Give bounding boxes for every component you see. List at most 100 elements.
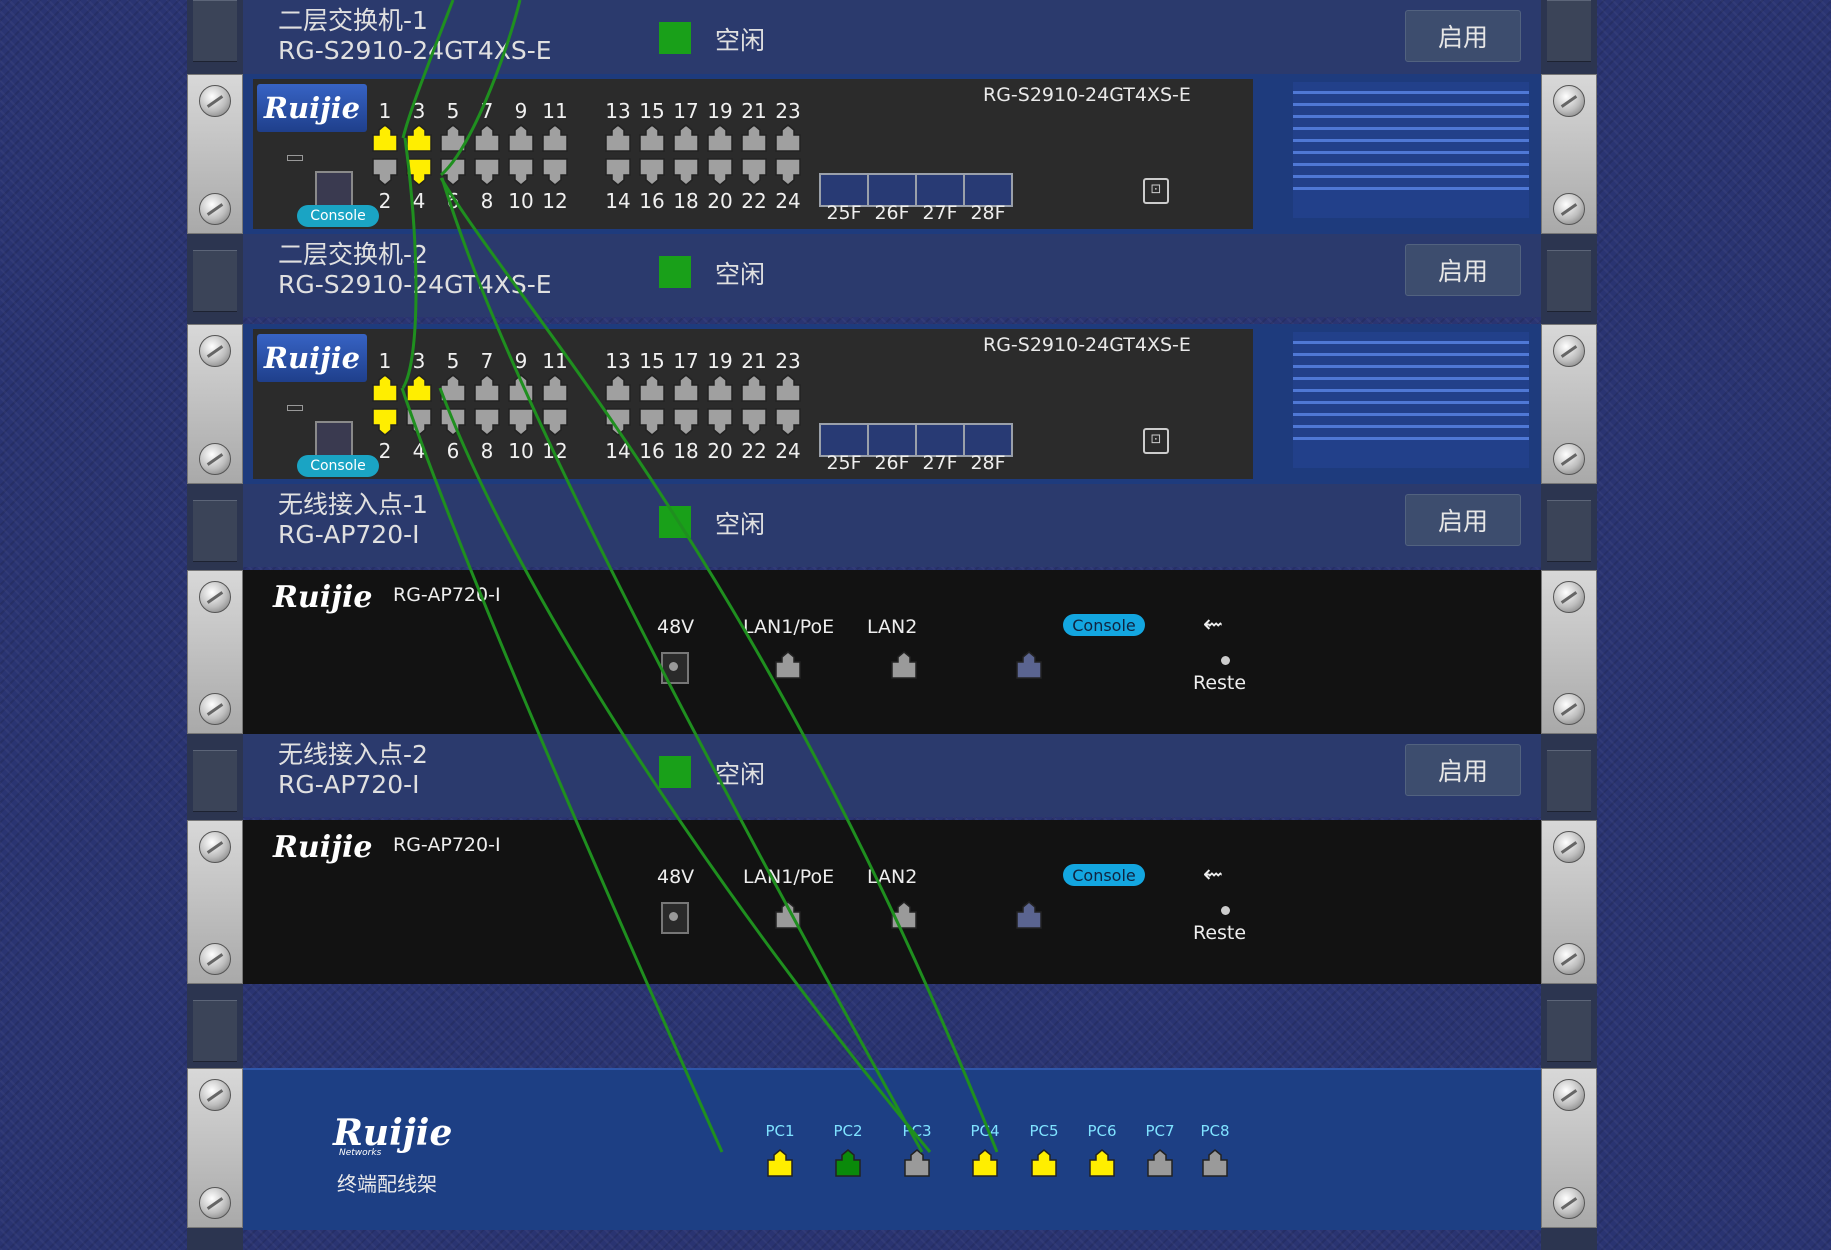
device-name: 无线接入点-1 RG-AP720-I — [278, 490, 428, 549]
lan1-port[interactable] — [773, 650, 803, 680]
switch-port-7[interactable] — [472, 373, 502, 403]
switch-port-10[interactable] — [506, 157, 536, 187]
lan2-label: LAN2 — [867, 616, 918, 638]
reset-button[interactable] — [1221, 906, 1230, 915]
switch-port-22[interactable] — [739, 407, 769, 437]
switch-port-4[interactable] — [404, 157, 434, 187]
switch-port-17[interactable] — [671, 123, 701, 153]
port-number: 14 — [605, 439, 631, 463]
lan2-port[interactable] — [889, 650, 919, 680]
patch-port-pc4[interactable] — [970, 1148, 1000, 1178]
enable-button[interactable]: 启用 — [1405, 744, 1521, 796]
switch-port-8[interactable] — [472, 407, 502, 437]
switch-port-3[interactable] — [404, 123, 434, 153]
switch-port-12[interactable] — [540, 407, 570, 437]
switch-port-11[interactable] — [540, 123, 570, 153]
port-number: 22 — [741, 439, 767, 463]
switch-faceplate-1: Ruijie Console RG-S2910-24GT4XS-E 1 3 5 7 9 11 13… — [243, 74, 1541, 234]
patch-port-pc7[interactable] — [1145, 1148, 1175, 1178]
switch-port-24[interactable] — [773, 407, 803, 437]
console-port[interactable] — [1014, 650, 1044, 680]
power-port[interactable] — [661, 652, 689, 684]
port-number: 8 — [480, 439, 494, 463]
enable-button[interactable]: 启用 — [1405, 10, 1521, 62]
patch-port-pc3[interactable] — [902, 1148, 932, 1178]
port-number: 1 — [378, 349, 392, 373]
switch-port-21[interactable] — [739, 373, 769, 403]
switch-port-15[interactable] — [637, 373, 667, 403]
switch-port-20[interactable] — [705, 157, 735, 187]
switch-port-3[interactable] — [404, 373, 434, 403]
switch-port-1[interactable] — [370, 123, 400, 153]
switch-port-5[interactable] — [438, 373, 468, 403]
switch-port-19[interactable] — [705, 123, 735, 153]
patch-port-pc2[interactable] — [833, 1148, 863, 1178]
lan1-port[interactable] — [773, 900, 803, 930]
sfp-label: 27F — [922, 452, 958, 474]
device-name: 二层交换机-1 RG-S2910-24GT4XS-E — [278, 6, 552, 65]
switch-port-1[interactable] — [370, 373, 400, 403]
console-port[interactable] — [1014, 900, 1044, 930]
port-number: 2 — [378, 189, 392, 213]
switch-port-6[interactable] — [438, 157, 468, 187]
pc-port-label: PC1 — [765, 1122, 795, 1140]
switch-port-23[interactable] — [773, 123, 803, 153]
switch-port-2[interactable] — [370, 157, 400, 187]
reset-button[interactable] — [1221, 656, 1230, 665]
port-number: 13 — [605, 349, 631, 373]
switch-port-8[interactable] — [472, 157, 502, 187]
switch-port-19[interactable] — [705, 373, 735, 403]
console-port[interactable] — [315, 171, 353, 207]
switch-port-14[interactable] — [603, 157, 633, 187]
switch-port-5[interactable] — [438, 123, 468, 153]
screw-icon — [1553, 831, 1585, 863]
console-port[interactable] — [315, 421, 353, 457]
patch-port-pc5[interactable] — [1029, 1148, 1059, 1178]
screw-icon — [1553, 335, 1585, 367]
patch-port-pc1[interactable] — [765, 1148, 795, 1178]
power-port[interactable] — [661, 902, 689, 934]
console-label: Console — [1063, 614, 1145, 636]
switch-port-4[interactable] — [404, 407, 434, 437]
equipment-rack: 二层交换机-1 RG-S2910-24GT4XS-E 空闲 启用 Ruijie Co… — [187, 0, 1597, 1250]
switch-port-24[interactable] — [773, 157, 803, 187]
switch-port-7[interactable] — [472, 123, 502, 153]
port-number: 13 — [605, 99, 631, 123]
switch-port-23[interactable] — [773, 373, 803, 403]
pc-port-label: PC8 — [1200, 1122, 1230, 1140]
patch-port-pc6[interactable] — [1087, 1148, 1117, 1178]
switch-port-18[interactable] — [671, 157, 701, 187]
switch-port-17[interactable] — [671, 373, 701, 403]
switch-port-22[interactable] — [739, 157, 769, 187]
rack-ear — [1541, 324, 1597, 484]
switch-port-12[interactable] — [540, 157, 570, 187]
port-number: 6 — [446, 189, 460, 213]
switch-port-13[interactable] — [603, 373, 633, 403]
ap-faceplate-1: Ruijie RG-AP720-I 48V LAN1/PoE LAN2 Console ⇜ R… — [243, 570, 1541, 734]
switch-port-10[interactable] — [506, 407, 536, 437]
port-number: 23 — [775, 99, 801, 123]
switch-port-16[interactable] — [637, 157, 667, 187]
patch-port-pc8[interactable] — [1200, 1148, 1230, 1178]
device-header-switch2: 二层交换机-2 RG-S2910-24GT4XS-E 空闲 启用 — [243, 234, 1541, 317]
enable-button[interactable]: 启用 — [1405, 494, 1521, 546]
screw-icon — [199, 693, 231, 725]
switch-port-21[interactable] — [739, 123, 769, 153]
enable-button[interactable]: 启用 — [1405, 244, 1521, 296]
switch-port-9[interactable] — [506, 123, 536, 153]
switch-port-6[interactable] — [438, 407, 468, 437]
switch-port-2[interactable] — [370, 407, 400, 437]
switch-port-11[interactable] — [540, 373, 570, 403]
switch-port-13[interactable] — [603, 123, 633, 153]
lan2-port[interactable] — [889, 900, 919, 930]
switch-port-18[interactable] — [671, 407, 701, 437]
switch-port-20[interactable] — [705, 407, 735, 437]
switch-port-9[interactable] — [506, 373, 536, 403]
status-led — [659, 256, 691, 288]
switch-port-16[interactable] — [637, 407, 667, 437]
switch-port-14[interactable] — [603, 407, 633, 437]
screw-icon — [1553, 943, 1585, 975]
switch-port-15[interactable] — [637, 123, 667, 153]
screw-icon — [199, 831, 231, 863]
usb-icon: ⇜ — [1203, 610, 1224, 638]
